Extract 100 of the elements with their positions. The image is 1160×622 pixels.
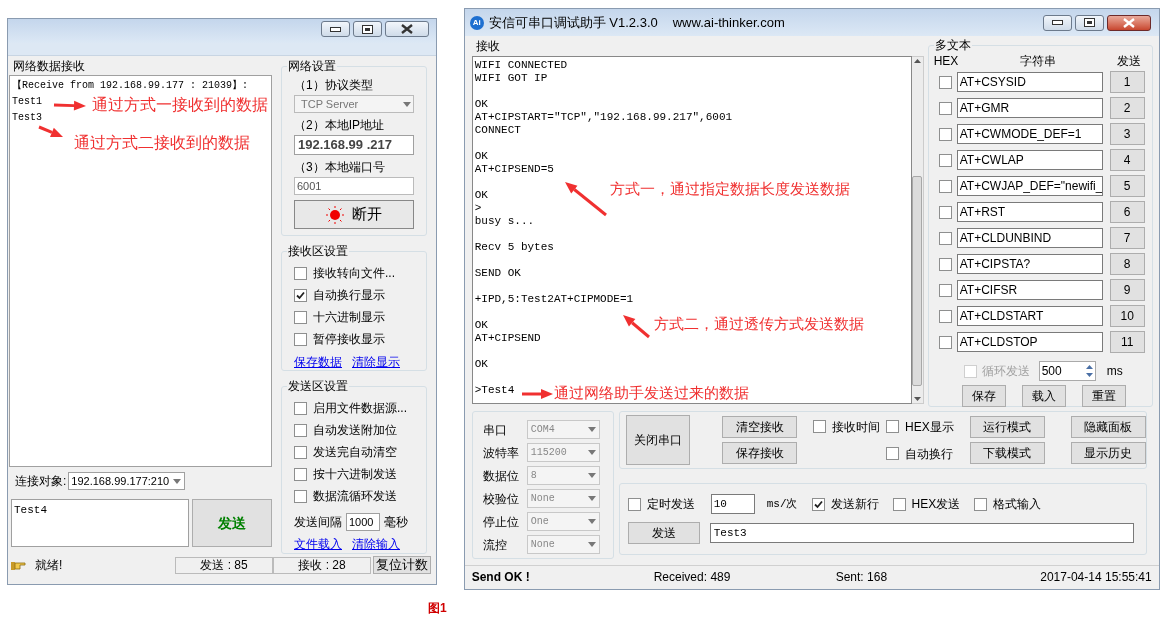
ip-field[interactable]: 192.168.99 .217 bbox=[294, 135, 414, 155]
checkbox[interactable] bbox=[294, 266, 307, 280]
period-field[interactable]: 10 bbox=[710, 494, 755, 514]
checkbox[interactable] bbox=[294, 332, 307, 346]
close-icon bbox=[401, 24, 413, 34]
command-field[interactable]: AT+CLDSTART bbox=[956, 306, 1103, 326]
disconnect-button[interactable]: 断开 bbox=[294, 200, 414, 229]
checkbox[interactable] bbox=[294, 288, 307, 302]
checkbox[interactable] bbox=[938, 127, 952, 141]
column-header: 字符串 bbox=[1018, 54, 1057, 68]
close-port-button[interactable]: 关闭串口 bbox=[625, 415, 690, 465]
minimize-button[interactable] bbox=[1042, 14, 1072, 31]
send-number-button[interactable]: 3 bbox=[1109, 123, 1145, 145]
minimize-button[interactable] bbox=[321, 21, 350, 37]
command-field[interactable]: AT+CLDSTOP bbox=[956, 332, 1103, 352]
text-line: OK bbox=[474, 189, 488, 202]
checkbox[interactable] bbox=[811, 497, 825, 511]
checkbox[interactable] bbox=[294, 489, 307, 503]
link[interactable]: 保存数据 bbox=[294, 353, 342, 371]
link[interactable]: 文件载入 bbox=[294, 535, 342, 553]
checkbox[interactable] bbox=[892, 497, 906, 511]
maximize-button[interactable] bbox=[1074, 14, 1104, 31]
port-field[interactable]: 6001 bbox=[294, 177, 414, 195]
maximize-button[interactable] bbox=[353, 21, 382, 37]
checkbox[interactable] bbox=[974, 497, 988, 511]
unit-label: ms bbox=[1106, 363, 1123, 380]
send-number-button[interactable]: 4 bbox=[1109, 149, 1145, 171]
checkbox[interactable] bbox=[294, 445, 307, 459]
checkbox[interactable] bbox=[938, 179, 952, 193]
close-button[interactable] bbox=[1106, 14, 1151, 31]
command-field[interactable]: AT+CWMODE_DEF=1 bbox=[956, 124, 1103, 144]
checkbox[interactable] bbox=[886, 447, 899, 460]
panel-button[interactable]: 载入 bbox=[1021, 385, 1066, 407]
checkbox[interactable] bbox=[938, 205, 952, 219]
command-field[interactable]: AT+CWJAP_DEF="newifi_ bbox=[956, 176, 1103, 196]
panel-button[interactable]: 保存 bbox=[961, 385, 1006, 407]
checkbox[interactable] bbox=[938, 335, 952, 349]
link[interactable]: 清除显示 bbox=[352, 353, 400, 371]
checkbox[interactable] bbox=[938, 257, 952, 271]
text-line: SEND OK bbox=[474, 267, 521, 280]
command-field[interactable]: AT+CLDUNBIND bbox=[956, 228, 1103, 248]
panel-button[interactable]: 隐藏面板 bbox=[1070, 416, 1146, 438]
command-field[interactable]: AT+CSYSID bbox=[956, 72, 1103, 92]
send-number-button[interactable]: 11 bbox=[1109, 331, 1145, 353]
checkbox[interactable] bbox=[938, 309, 952, 323]
checkbox[interactable] bbox=[294, 310, 307, 324]
send-number-button[interactable]: 1 bbox=[1109, 71, 1145, 93]
panel-button[interactable]: 清空接收 bbox=[722, 416, 797, 438]
send-number-button[interactable]: 9 bbox=[1109, 279, 1145, 301]
reset-count-button[interactable]: 复位计数 bbox=[373, 556, 431, 574]
scroll-thumb[interactable] bbox=[912, 176, 923, 386]
command-field[interactable]: AT+CWLAP bbox=[956, 150, 1103, 170]
command-field[interactable]: AT+GMR bbox=[956, 98, 1103, 118]
close-button[interactable] bbox=[385, 21, 429, 37]
field-label: （2）本地IP地址 bbox=[294, 117, 385, 133]
caret-icon bbox=[403, 101, 411, 107]
field-label: 波特率 bbox=[482, 444, 520, 462]
panel-button[interactable]: 保存接收 bbox=[722, 442, 797, 464]
send-number-button[interactable]: 6 bbox=[1109, 201, 1145, 223]
annotation-text: 通过方式一接收到的数据 bbox=[92, 95, 268, 115]
checkbox[interactable] bbox=[938, 153, 952, 167]
field-label: 流控 bbox=[482, 536, 508, 554]
checkbox-label: 暂停接收显示 bbox=[313, 331, 385, 348]
panel-button[interactable]: 下载模式 bbox=[969, 442, 1045, 464]
checkbox[interactable] bbox=[938, 231, 952, 245]
checkbox[interactable] bbox=[813, 420, 826, 433]
send-button[interactable]: 发送 bbox=[627, 522, 700, 544]
maximize-icon bbox=[362, 24, 373, 34]
annotation-arrow bbox=[521, 389, 553, 399]
command-field[interactable]: AT+CIFSR bbox=[956, 280, 1103, 300]
checkbox[interactable] bbox=[886, 420, 899, 433]
checkbox-label: 循环发送 bbox=[981, 363, 1030, 380]
checkbox[interactable] bbox=[294, 467, 307, 481]
send-input[interactable]: Test4 bbox=[11, 499, 189, 547]
panel-button[interactable]: 运行模式 bbox=[969, 416, 1045, 438]
status-text: 就绪! bbox=[35, 557, 64, 574]
send-number-button[interactable]: 7 bbox=[1109, 227, 1145, 249]
checkbox[interactable] bbox=[294, 401, 307, 415]
command-field[interactable]: AT+CIPSTA? bbox=[956, 254, 1103, 274]
unit-label: ms/次 bbox=[766, 496, 798, 512]
send-number-button[interactable]: 5 bbox=[1109, 175, 1145, 197]
checkbox-label: 数据流循环发送 bbox=[313, 488, 397, 505]
target-select[interactable]: 192.168.99.177:210 bbox=[68, 472, 186, 490]
spin-field[interactable]: 500 bbox=[1038, 361, 1096, 381]
checkbox[interactable] bbox=[938, 283, 952, 297]
checkbox[interactable] bbox=[294, 423, 307, 437]
panel-button[interactable]: 重置 bbox=[1081, 385, 1126, 407]
checkbox-label: HEX显示 bbox=[905, 418, 954, 436]
checkbox[interactable] bbox=[938, 101, 952, 115]
send-input[interactable]: Test3 bbox=[709, 523, 1134, 543]
link[interactable]: 清除输入 bbox=[352, 535, 400, 553]
command-field[interactable]: AT+RST bbox=[956, 202, 1103, 222]
interval-field[interactable]: 1000 bbox=[346, 513, 380, 531]
send-number-button[interactable]: 2 bbox=[1109, 97, 1145, 119]
send-button[interactable]: 发送 bbox=[192, 499, 272, 547]
checkbox[interactable] bbox=[938, 75, 952, 89]
panel-button[interactable]: 显示历史 bbox=[1070, 442, 1146, 464]
send-number-button[interactable]: 10 bbox=[1109, 305, 1145, 327]
checkbox[interactable] bbox=[627, 497, 641, 511]
send-number-button[interactable]: 8 bbox=[1109, 253, 1145, 275]
